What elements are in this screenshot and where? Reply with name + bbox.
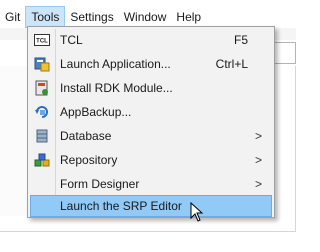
install-rdk-icon: [34, 80, 50, 96]
menu-item-launch-application[interactable]: Launch Application... Ctrl+L: [30, 53, 272, 75]
menu-item-tcl[interactable]: TCL TCL F5: [30, 29, 272, 51]
repository-icon: [34, 152, 50, 168]
menu-item-label: Launch the SRP Editor: [60, 199, 182, 213]
menu-item-database[interactable]: Database >: [30, 125, 272, 147]
appbackup-icon: [34, 104, 50, 120]
mouse-pointer-icon: [190, 201, 204, 222]
menu-bar: Git Tools Settings Window Help: [0, 6, 206, 28]
menu-item-shortcut: Ctrl+L: [215, 57, 248, 71]
tools-dropdown-menu: TCL TCL F5 Launch Application... Ctrl+L …: [27, 26, 275, 218]
menu-item-shortcut: F5: [233, 33, 248, 47]
submenu-arrow-icon: >: [254, 177, 262, 191]
menu-item-repository[interactable]: Repository >: [30, 149, 272, 171]
menu-item-install-rdk-module[interactable]: Install RDK Module...: [30, 77, 272, 99]
menu-item-appbackup[interactable]: AppBackup...: [30, 101, 272, 123]
menu-item-label: TCL: [60, 33, 83, 47]
menu-item-label: Install RDK Module...: [60, 81, 173, 95]
svg-text:TCL: TCL: [36, 39, 48, 45]
menu-item-form-designer[interactable]: Form Designer >: [30, 173, 272, 195]
menu-item-label: AppBackup...: [60, 105, 132, 119]
menu-item-launch-srp-editor[interactable]: Launch the SRP Editor: [30, 195, 272, 217]
menu-item-label: Launch Application...: [60, 57, 171, 71]
database-icon: [34, 128, 50, 144]
menu-window[interactable]: Window: [119, 6, 172, 28]
submenu-arrow-icon: >: [254, 129, 262, 143]
menu-item-label: Form Designer: [60, 177, 140, 191]
tcl-icon: TCL: [34, 32, 50, 48]
launch-application-icon: [34, 56, 50, 72]
menu-item-label: Repository: [60, 153, 118, 167]
submenu-arrow-icon: >: [254, 153, 262, 167]
menu-settings[interactable]: Settings: [65, 6, 118, 28]
menu-help[interactable]: Help: [171, 6, 206, 28]
menu-item-label: Database: [60, 129, 112, 143]
menu-tools[interactable]: Tools: [25, 6, 66, 28]
menu-git[interactable]: Git: [0, 6, 25, 28]
